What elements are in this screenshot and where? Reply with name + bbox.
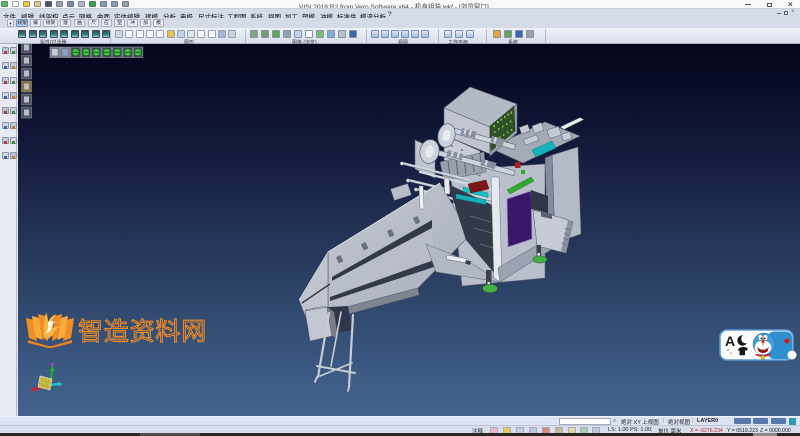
svg-text:A: A xyxy=(725,333,735,349)
